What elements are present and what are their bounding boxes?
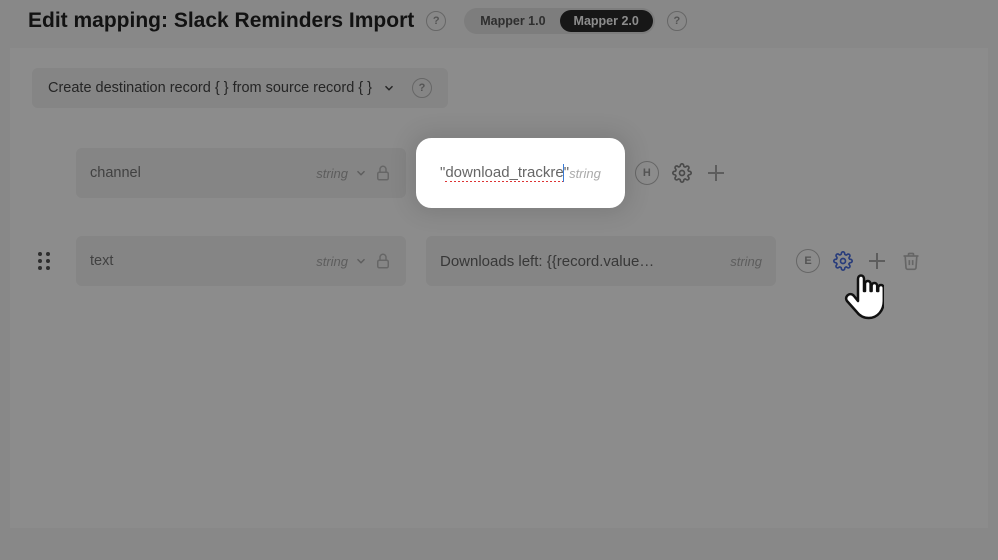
- field-type-group: string: [316, 252, 392, 270]
- row-actions: H: [635, 161, 727, 185]
- mapper-v1-button[interactable]: Mapper 1.0: [466, 10, 559, 32]
- lock-icon: [374, 252, 392, 270]
- mapping-content-area: Create destination record { } from sourc…: [10, 48, 988, 528]
- source-value-input[interactable]: Downloads left: {{record.value… string: [426, 236, 776, 286]
- chevron-down-icon[interactable]: [354, 254, 368, 268]
- gear-icon: [672, 163, 692, 183]
- trash-icon: [901, 251, 921, 271]
- drag-handle[interactable]: [32, 251, 56, 271]
- chevron-down-icon[interactable]: [354, 166, 368, 180]
- value-token: download_trackre: [445, 164, 563, 182]
- mapper-v2-button[interactable]: Mapper 2.0: [560, 10, 653, 32]
- mapping-row: text string Downloads left: {{record.val…: [32, 230, 966, 292]
- value-type-label: string: [569, 166, 601, 181]
- source-value-input[interactable]: "download_trackre" string: [426, 148, 615, 198]
- field-type-group: string: [316, 164, 392, 182]
- plus-icon: [708, 165, 724, 181]
- destination-record-label: Create destination record { } from sourc…: [48, 80, 372, 96]
- handlebars-badge[interactable]: H: [635, 161, 659, 185]
- field-name-label: text: [90, 253, 113, 269]
- delete-row-button[interactable]: [900, 250, 922, 272]
- value-text: "download_trackre": [440, 164, 569, 182]
- value-spotlight-wrap: "download_trackre" string: [426, 148, 615, 198]
- plus-icon: [869, 253, 885, 269]
- value-type-label: string: [730, 254, 762, 269]
- expression-badge[interactable]: E: [796, 249, 820, 273]
- field-type-label: string: [316, 254, 348, 269]
- gear-icon: [833, 251, 853, 271]
- destination-field-box[interactable]: text string: [76, 236, 406, 286]
- add-row-button[interactable]: [705, 162, 727, 184]
- chevron-down-icon: [382, 81, 396, 95]
- lock-icon: [374, 164, 392, 182]
- mapper-version-toggle: Mapper 1.0 Mapper 2.0: [464, 8, 655, 34]
- drag-handle-icon: [37, 251, 51, 271]
- destination-field-box[interactable]: channel string: [76, 148, 406, 198]
- row-actions: E: [796, 249, 922, 273]
- mapping-row: channel string "download_trackre" string…: [32, 142, 966, 204]
- settings-button[interactable]: [832, 250, 854, 272]
- add-row-button[interactable]: [866, 250, 888, 272]
- help-icon[interactable]: ?: [667, 11, 687, 31]
- header-bar: Edit mapping: Slack Reminders Import ? M…: [0, 0, 998, 48]
- mapping-rows: channel string "download_trackre" string…: [32, 142, 966, 292]
- page-title: Edit mapping: Slack Reminders Import: [28, 9, 414, 33]
- value-text: Downloads left: {{record.value…: [440, 253, 654, 270]
- help-icon[interactable]: ?: [412, 78, 432, 98]
- field-name-label: channel: [90, 165, 141, 181]
- field-type-label: string: [316, 166, 348, 181]
- help-icon[interactable]: ?: [426, 11, 446, 31]
- destination-record-selector[interactable]: Create destination record { } from sourc…: [32, 68, 448, 108]
- settings-button[interactable]: [671, 162, 693, 184]
